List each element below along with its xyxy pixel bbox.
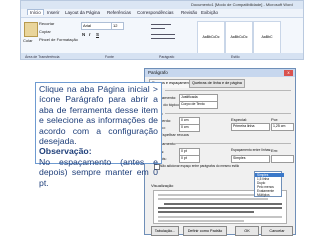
tab-exibicao[interactable]: Exibição (201, 10, 218, 15)
paste-button[interactable]: Colar (23, 38, 33, 43)
ribbon-group-labels: Área de Transferência Fonte Parágrafo Es… (21, 53, 303, 59)
dialog-title: Parágrafo (145, 69, 295, 77)
group-label-clipboard: Área de Transferência (25, 55, 60, 59)
line-spacing-select[interactable]: Simples (231, 155, 270, 163)
tab-layout[interactable]: Layout da Página (65, 10, 100, 15)
after-input[interactable]: 0 pt (179, 155, 200, 163)
at-label: Em: (271, 148, 279, 153)
word-ribbon: Documento1 [Modo de Compatibilidade] - M… (20, 0, 304, 60)
preview-line (164, 203, 282, 205)
preview-line (158, 220, 244, 222)
justify-icon[interactable] (151, 38, 175, 39)
by-input[interactable]: 1,25 cm (271, 123, 294, 131)
special-select[interactable]: Primeira linha (231, 123, 270, 131)
align-icon[interactable] (151, 34, 175, 35)
divider (165, 113, 291, 114)
format-painter-button[interactable]: Pincel de Formatação (39, 37, 78, 42)
no-space-label: Não adicionar espaço entre parágrafos do… (160, 164, 240, 168)
preview-line (158, 207, 282, 209)
ok-button[interactable]: OK (235, 226, 259, 236)
preview-line (158, 216, 282, 218)
paragraph-dialog: Parágrafo x Recuos e espaçamento Quebras… (144, 68, 296, 236)
line-option-multiplos[interactable]: Múltiplos (255, 193, 284, 197)
font-name-select[interactable]: Arial (81, 22, 112, 30)
mirror-indents-label: Espelhar recuos (160, 132, 189, 137)
cancel-button[interactable]: Cancelar (261, 226, 293, 236)
tab-revisao[interactable]: Revisão (181, 10, 197, 15)
line-spacing-dropdown: Simples 1,5 linha Duplo Pelo menos Exata… (254, 171, 284, 197)
tab-correspondencias[interactable]: Correspondências (137, 10, 174, 15)
by-label: Por: (271, 117, 279, 122)
preview-line (158, 211, 254, 213)
window-title: Documento1 [Modo de Compatibilidade] - M… (191, 2, 293, 7)
group-label-paragraph[interactable]: Parágrafo (159, 55, 174, 59)
set-default-button[interactable]: Definir como Padrão (183, 226, 227, 236)
special-label: Especial: (231, 117, 248, 122)
close-icon[interactable]: x (284, 70, 293, 76)
italic-button[interactable]: I (89, 32, 90, 38)
instruction-text: Clique na aba Página inicial > ícone Par… (39, 84, 158, 147)
tabs-button[interactable]: Tabulação... (151, 226, 179, 236)
title-bar: Documento1 [Modo de Compatibilidade] - M… (21, 1, 303, 9)
bold-button[interactable]: N (82, 32, 85, 38)
at-input[interactable] (271, 155, 294, 163)
tab-line-page-breaks[interactable]: Quebras de linha e de página (189, 79, 245, 88)
style-heading1[interactable]: AaBbC (253, 21, 281, 56)
observation-text: No espaçamento (antes e depois) sempre m… (39, 156, 158, 188)
ribbon-tabs: Início Inserir Layout da Página Referênc… (21, 9, 303, 17)
line-spacing-label: Espaçamento entre linhas: (231, 148, 272, 152)
font-size-select[interactable]: 12 (111, 22, 124, 30)
numbering-icon[interactable] (151, 28, 165, 29)
outline-level-select[interactable]: Corpo de Texto (179, 101, 218, 109)
paste-icon[interactable] (24, 22, 38, 37)
tab-referencias[interactable]: Referências (107, 10, 131, 15)
right-indent-input[interactable]: 0 cm (179, 124, 200, 132)
tab-inserir[interactable]: Inserir (47, 10, 60, 15)
group-label-style: Estilo (231, 55, 240, 59)
divider (175, 143, 291, 144)
bullets-icon[interactable] (151, 24, 171, 25)
divider (165, 90, 291, 91)
style-normal[interactable]: AaBbCcDc (197, 21, 225, 56)
ribbon-groups: Colar Recortar Copiar Pincel de Formataç… (21, 17, 303, 56)
copy-button[interactable]: Copiar (39, 29, 51, 34)
observation-label: Observação: (39, 146, 92, 157)
group-label-font: Fonte (105, 55, 114, 59)
style-no-spacing[interactable]: AaBbCcDc (225, 21, 253, 56)
tab-inicio[interactable]: Início (27, 9, 44, 15)
instruction-callout: Clique na aba Página inicial > ícone Par… (35, 82, 162, 188)
preview-line (158, 198, 268, 200)
underline-button[interactable]: S (96, 32, 99, 38)
cut-button[interactable]: Recortar (39, 21, 54, 26)
